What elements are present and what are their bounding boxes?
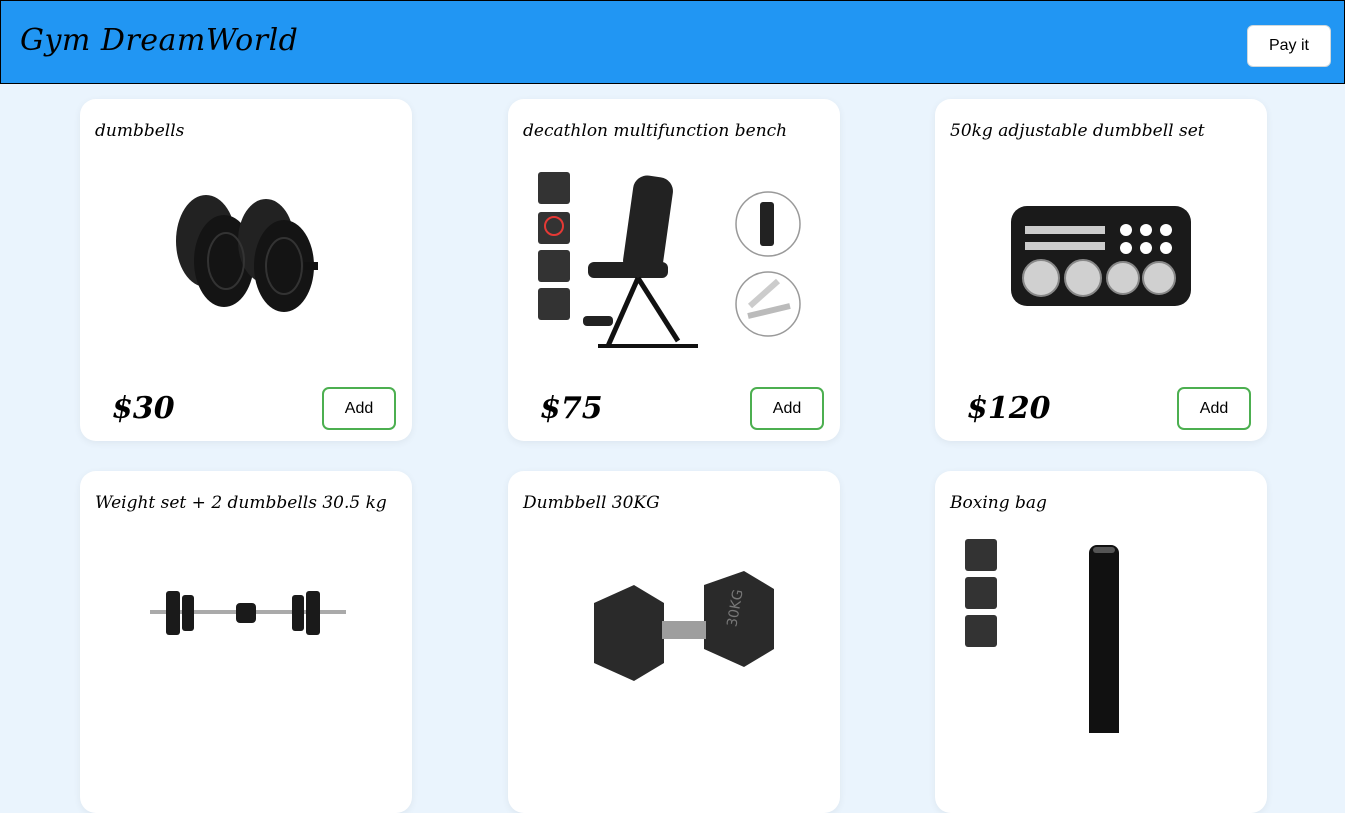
hex-dumbbell-image: 30KG (538, 533, 810, 733)
header-bar: Gym DreamWorld Pay it (0, 0, 1345, 84)
product-price: $30 (112, 391, 175, 426)
bench-image (528, 161, 828, 361)
product-price: $75 (540, 391, 603, 426)
product-title: Dumbbell 30KG (523, 493, 660, 513)
product-card: Dumbbell 30KG 30KG (508, 471, 840, 813)
product-card: dumbbells $30 Add (80, 99, 412, 441)
product-price: $120 (967, 391, 1051, 426)
product-title: 50kg adjustable dumbbell set (950, 121, 1205, 141)
barbell-set-image (110, 533, 382, 733)
add-button[interactable]: Add (322, 387, 396, 430)
product-card: Boxing bag (935, 471, 1267, 813)
product-card: Weight set + 2 dumbbells 30.5 kg (80, 471, 412, 813)
add-button[interactable]: Add (1177, 387, 1251, 430)
add-button[interactable]: Add (750, 387, 824, 430)
product-title: dumbbells (95, 121, 185, 141)
product-title: decathlon multifunction bench (523, 121, 788, 141)
pay-button[interactable]: Pay it (1247, 25, 1331, 67)
dumbbells-image (110, 161, 382, 361)
product-title: Weight set + 2 dumbbells 30.5 kg (95, 493, 387, 513)
app-title: Gym DreamWorld (20, 23, 299, 58)
boxing-bag-image (965, 533, 1237, 733)
product-card: 50kg adjustable dumbbell set $120 Add (935, 99, 1267, 441)
dumbbell-case-image (965, 161, 1237, 361)
product-title: Boxing bag (950, 493, 1047, 513)
product-card: decathlon multifunction bench $75 Add (508, 99, 840, 441)
